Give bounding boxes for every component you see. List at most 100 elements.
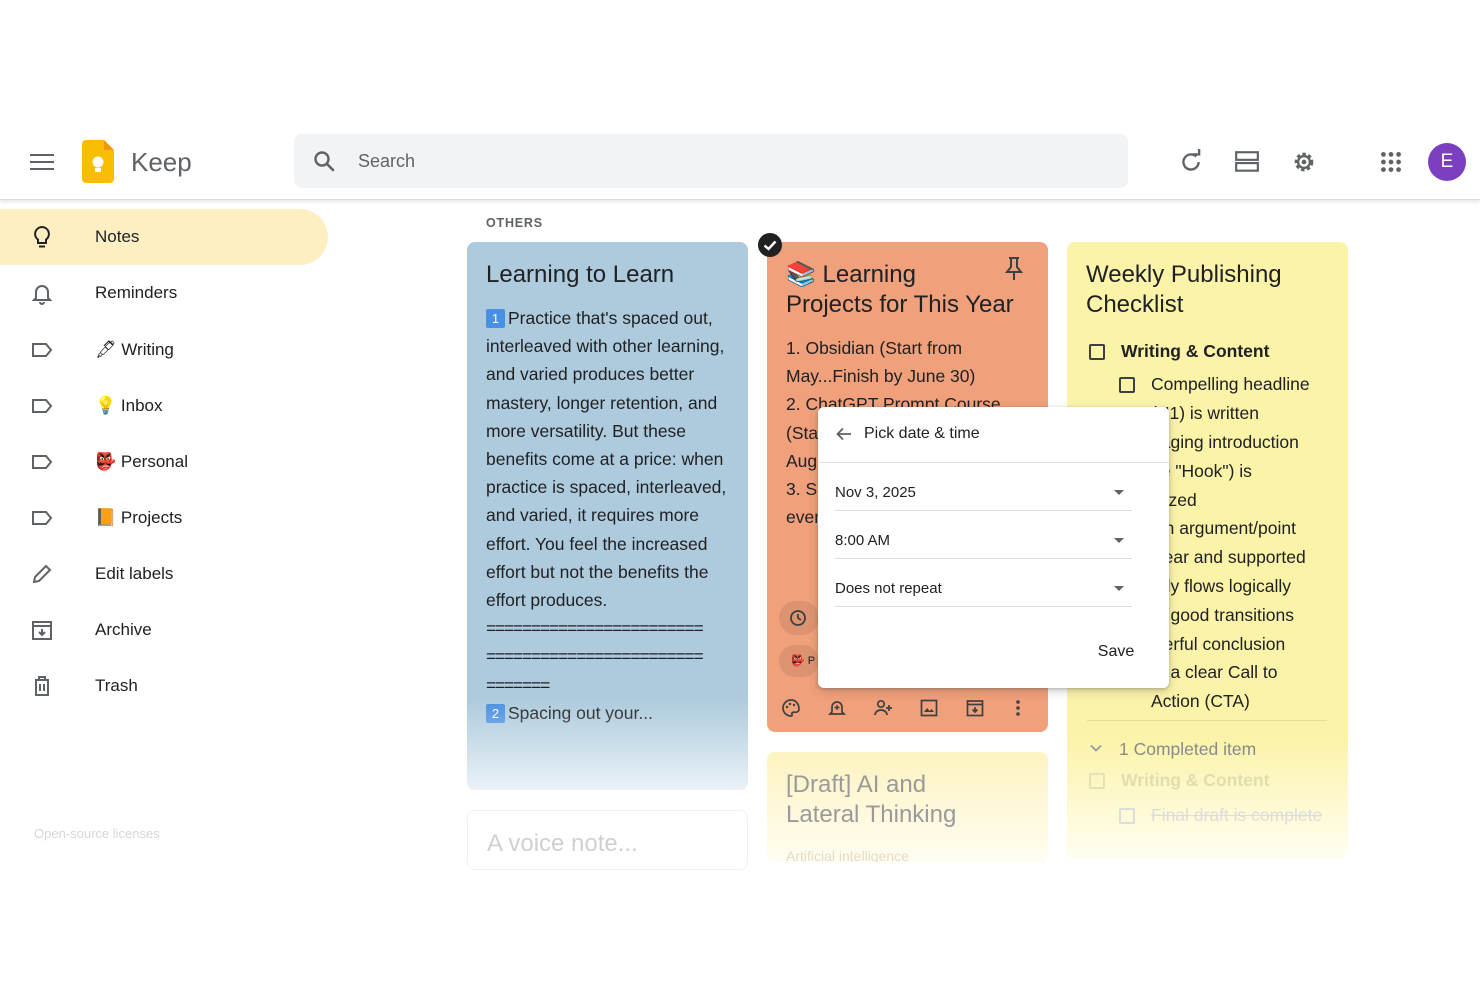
sidebar-item-personal[interactable]: 👺 Personal [0,434,328,490]
collaborator-icon[interactable] [873,698,893,718]
checklist-item: Compelling headline [1151,374,1310,394]
reminder-chip[interactable] [779,601,819,635]
sidebar-item-writing[interactable]: 🖋 Writing [0,322,328,378]
trash-icon [35,676,49,696]
label-icon [32,455,53,469]
note-line: effort but not the benefits the [486,561,709,582]
chevron-down-icon[interactable] [1089,741,1103,755]
repeat-value: Does not repeat [835,580,942,597]
sidebar-item-reminders[interactable]: Reminders [0,265,328,321]
note-line: effort. You feel the increased [486,533,708,554]
note-title-line: Lateral Thinking [786,801,957,828]
note-line: Spacing out your... [508,702,653,723]
note-line: ======================== [486,646,704,667]
checklist-section: Writing & Content [1121,770,1270,790]
note-line: benefits come at a price: when [486,449,724,470]
time-select[interactable]: 8:00 AM [835,525,1132,559]
sidebar-item-label: Notes [95,227,140,246]
sidebar-item-archive[interactable]: Archive [0,602,328,658]
search-icon[interactable] [312,149,336,173]
add-reminder-icon[interactable] [827,698,847,718]
checkbox[interactable] [1089,344,1105,360]
checkbox[interactable] [1089,773,1105,789]
divider [1087,720,1327,721]
avatar[interactable]: E [1428,143,1466,181]
back-arrow-icon[interactable] [835,425,853,443]
dropdown-caret-icon [1114,490,1124,495]
sidebar-item-label: Trash [95,676,138,695]
sidebar-item-label: Archive [95,620,152,639]
date-value: Nov 3, 2025 [835,484,916,501]
checklist-item: Action (CTA) [1151,691,1250,712]
label-icon [32,511,53,525]
palette-icon[interactable] [781,698,801,718]
sidebar-item-trash[interactable]: Trash [0,658,328,714]
sidebar-item-label: 🖋 Writing [95,340,174,359]
note-body: 1 Practice that's spaced out, interleaved… [486,304,744,727]
note-line: interleaved with other learning, [486,336,725,357]
image-icon[interactable] [919,698,939,718]
checklist-section: Writing & Content [1121,341,1270,361]
note-card-voice-note[interactable]: A voice note... [467,810,748,870]
archive-icon[interactable] [965,698,985,718]
date-select[interactable]: Nov 3, 2025 [835,477,1132,511]
note-title: [Draft] AI and Lateral Thinking [786,770,956,830]
note-line: ======================== [486,618,704,639]
note-title: Learning to Learn [486,261,675,288]
sidebar-item-projects[interactable]: 📙 Projects [0,490,328,546]
dropdown-caret-icon [1114,538,1124,543]
apps-grid-icon[interactable] [1378,149,1404,175]
checklist-item: ain argument/point [1151,518,1296,539]
sidebar-item-label: 📙 Projects [95,508,183,527]
note-title-line: 📚 Learning [786,261,916,288]
refresh-icon[interactable] [1178,149,1204,175]
note-title-line: [Draft] AI and [786,771,927,798]
keep-logo-icon[interactable] [82,140,114,183]
note-line: and varied, it requires more [486,505,700,526]
sidebar-item-label: 👺 Personal [95,452,188,471]
note-line: May...Finish by June 30) [786,366,976,387]
search-input[interactable] [358,134,1098,188]
list-view-icon[interactable] [1234,149,1260,175]
pencil-icon [32,564,52,584]
checklist-item: th a clear Call to [1151,662,1278,683]
note-line: and varied produces better [486,364,695,385]
dropdown-caret-icon [1114,586,1124,591]
checkbox-checked[interactable] [1119,808,1135,824]
search-bar[interactable] [294,134,1128,188]
checkbox[interactable] [1119,377,1135,393]
note-title-line: Weekly Publishing [1086,261,1282,288]
sidebar-item-label: Edit labels [95,564,174,583]
label-chip[interactable]: 👺 P [779,645,819,677]
time-value: 8:00 AM [835,532,891,549]
note-title-line: Checklist [1086,291,1184,318]
label-icon [32,343,53,357]
note-card-draft-ai[interactable]: [Draft] AI and Lateral Thinking Artifici… [767,752,1048,862]
note-title: A voice note... [487,830,638,857]
popup-header: Pick date & time [818,407,1169,463]
label-chip[interactable]: Artificial intelligence [786,848,909,862]
open-source-licenses-link[interactable]: Open-source licenses [34,826,160,841]
save-button[interactable]: Save [1086,636,1146,668]
note-line: 1. Obsidian (Start from [786,338,963,358]
sidebar-item-edit-labels[interactable]: Edit labels [0,546,328,602]
archive-icon [32,621,52,640]
sidebar-item-label: Reminders [95,283,178,302]
more-options-icon[interactable] [1008,698,1028,718]
settings-icon[interactable] [1291,149,1317,175]
bell-icon [31,285,53,305]
note-line: practice is spaced, interleaved, [486,477,727,498]
checklist-item: gaging introduction [1151,432,1299,452]
app-name[interactable]: Keep [131,147,192,178]
note-line: effort produces. [486,590,608,611]
note-card-learning-to-learn[interactable]: Learning to Learn 1 Practice that's space… [467,242,748,790]
sidebar-item-notes[interactable]: Notes [0,209,328,265]
menu-icon[interactable] [30,154,54,170]
pin-icon[interactable] [1003,256,1025,282]
completed-items-toggle[interactable]: 1 Completed item [1119,735,1256,764]
note-line: more versatility. But these [486,420,687,441]
repeat-select[interactable]: Does not repeat [835,573,1132,607]
select-check-icon[interactable] [758,233,782,257]
sidebar-item-inbox[interactable]: 💡 Inbox [0,378,328,434]
note-title-line: Projects for This Year [786,291,1014,318]
